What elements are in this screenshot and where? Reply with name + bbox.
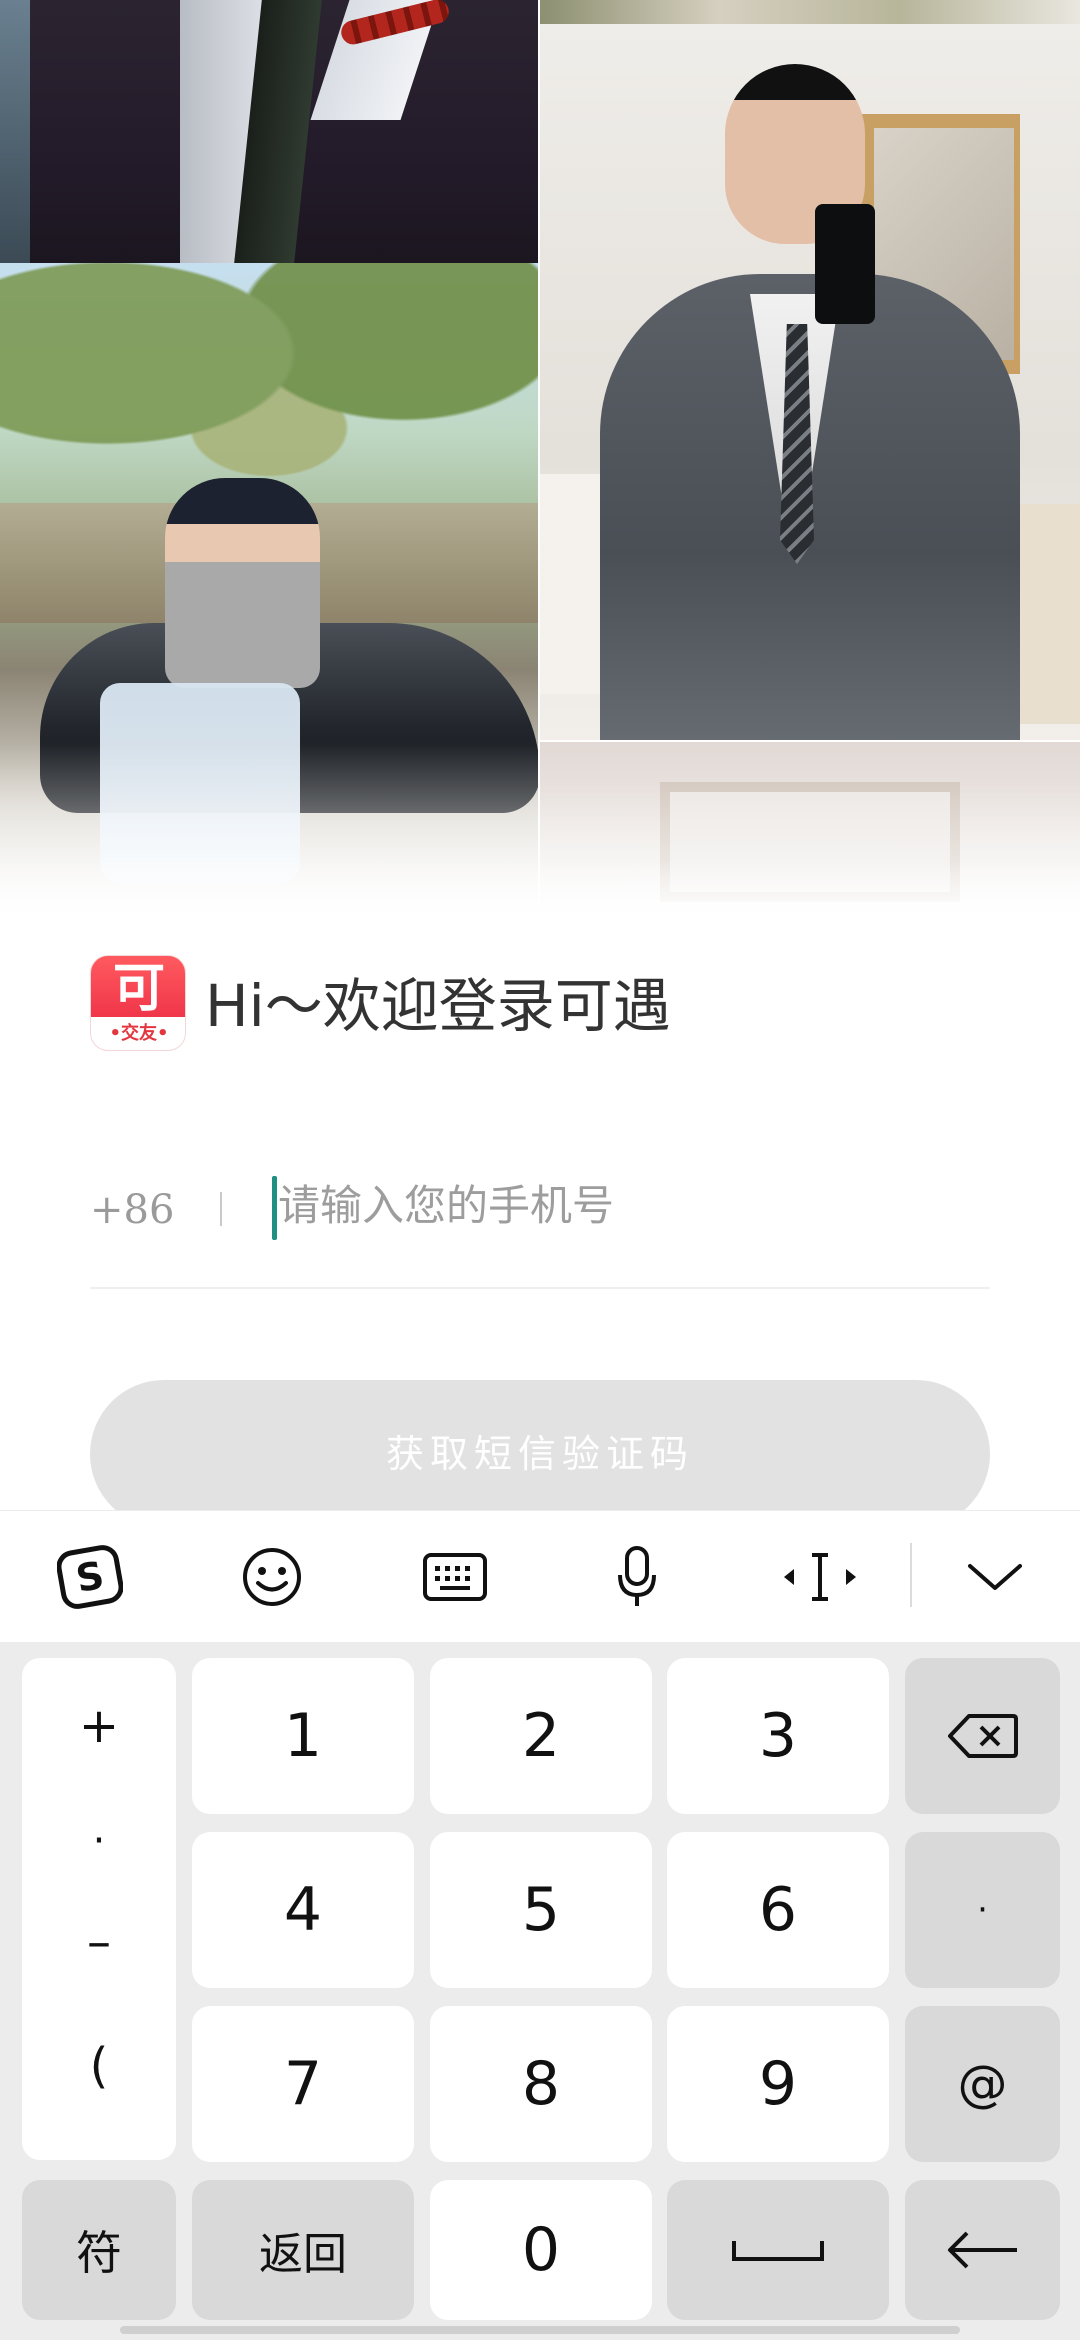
app-logo: 可 •交友•: [90, 955, 186, 1051]
key-paren[interactable]: (: [22, 2038, 176, 2094]
country-code-divider: [220, 1192, 222, 1226]
key-plus[interactable]: +: [22, 1698, 176, 1754]
key-dot[interactable]: ·: [905, 1832, 1060, 1988]
microphone-icon[interactable]: [587, 1511, 687, 1643]
sogou-logo-icon[interactable]: S: [40, 1511, 140, 1643]
back-key[interactable]: 返回: [192, 2180, 414, 2320]
keyboard-toolbar: S: [0, 1510, 1080, 1642]
keyboard-switch-icon[interactable]: [405, 1511, 505, 1643]
symbols-key[interactable]: 符: [22, 2180, 176, 2320]
key-1[interactable]: 1: [192, 1658, 414, 1814]
key-8[interactable]: 8: [430, 2006, 652, 2162]
numeric-keyboard: + · – ( 1 2 3 4 5 6 · 7 8 9 @ 符 返回 0: [0, 1642, 1080, 2340]
toolbar-divider: [910, 1543, 912, 1607]
emoji-icon[interactable]: [222, 1511, 322, 1643]
key-4[interactable]: 4: [192, 1832, 414, 1988]
collage-photo-suit-closeup: [0, 0, 538, 263]
key-at[interactable]: @: [905, 2006, 1060, 2162]
space-key[interactable]: [667, 2180, 889, 2320]
key-6[interactable]: 6: [667, 1832, 889, 1988]
collage-photo-mirror-selfie: [540, 24, 1080, 740]
key-0[interactable]: 0: [430, 2180, 652, 2320]
space-icon: [732, 2241, 824, 2261]
cursor-move-icon[interactable]: [770, 1511, 870, 1643]
welcome-title: Hi～欢迎登录可遇: [205, 972, 671, 1040]
app-logo-subtitle: •交友•: [109, 1023, 169, 1044]
key-3[interactable]: 3: [667, 1658, 889, 1814]
key-middle-dot[interactable]: ·: [22, 1818, 176, 1864]
key-9[interactable]: 9: [667, 2006, 889, 2162]
home-indicator: [120, 2326, 960, 2334]
symbol-column[interactable]: + · – (: [22, 1658, 176, 2160]
text-caret: [272, 1176, 277, 1240]
collage-photo-strip: [540, 0, 1080, 24]
key-dash[interactable]: –: [22, 1914, 176, 1970]
country-code-selector[interactable]: +86: [90, 1180, 174, 1240]
backspace-icon: [947, 1714, 1018, 1758]
collapse-keyboard-icon[interactable]: [945, 1511, 1045, 1643]
key-2[interactable]: 2: [430, 1658, 652, 1814]
phone-number-input[interactable]: [270, 1170, 990, 1240]
enter-arrow-icon: [947, 2231, 1017, 2269]
photo-collage: [0, 0, 1080, 940]
backspace-key[interactable]: [905, 1658, 1060, 1814]
get-sms-code-button[interactable]: 获取短信验证码: [90, 1380, 990, 1528]
key-7[interactable]: 7: [192, 2006, 414, 2162]
collage-photo-car: [0, 263, 538, 940]
app-logo-glyph: 可: [112, 959, 165, 1019]
key-5[interactable]: 5: [430, 1832, 652, 1988]
enter-key[interactable]: [905, 2180, 1060, 2320]
svg-text:S: S: [73, 1553, 108, 1601]
phone-input-underline: [90, 1287, 990, 1289]
collage-fade: [0, 860, 1080, 940]
